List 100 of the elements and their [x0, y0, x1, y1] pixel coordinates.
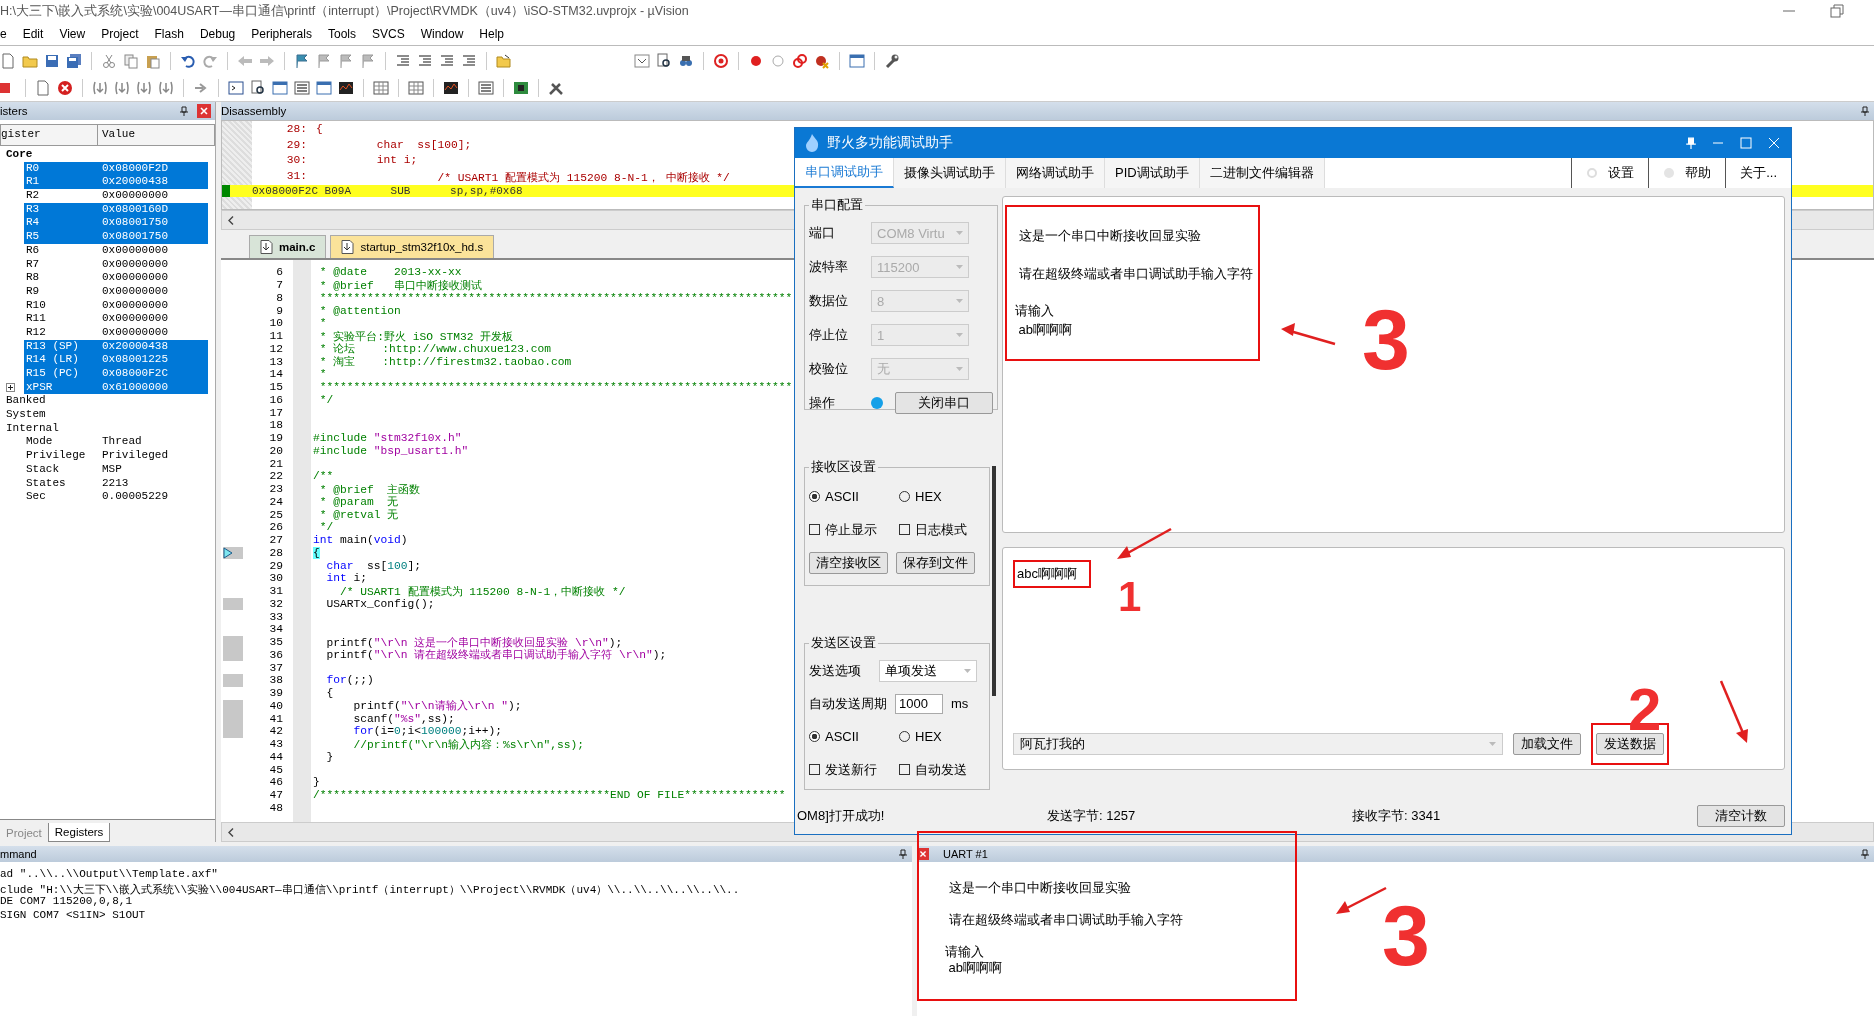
restore-icon[interactable] — [1830, 4, 1844, 18]
chart-icon[interactable] — [443, 80, 459, 96]
document-icon[interactable] — [35, 80, 51, 96]
circuit-board-icon[interactable] — [513, 80, 529, 96]
run-cursor-icon[interactable] — [193, 80, 209, 96]
linked-circles-icon[interactable] — [792, 52, 808, 69]
settings-tab[interactable]: 设置 — [1571, 158, 1649, 188]
menu-item[interactable]: Flash — [146, 26, 192, 41]
flag-icon[interactable] — [294, 52, 310, 69]
register-row[interactable]: States 2213 — [24, 476, 208, 491]
load-file-button[interactable]: 加载文件 — [1513, 733, 1581, 755]
register-row[interactable]: R2 0x00000000 — [24, 189, 208, 203]
close-icon[interactable] — [1767, 136, 1781, 150]
checkbox[interactable] — [809, 764, 820, 775]
save-icon[interactable] — [44, 52, 60, 69]
window-icon[interactable] — [849, 52, 865, 69]
about-tab[interactable]: 关于... — [1725, 158, 1791, 188]
tree-node[interactable]: System — [6, 408, 46, 421]
column-header[interactable]: Value — [98, 125, 139, 145]
register-row[interactable]: R7 0x00000000 — [24, 257, 208, 272]
tool-tab[interactable]: 网络调试助手 — [1006, 158, 1105, 188]
register-row[interactable]: Privilege Privileged — [24, 449, 208, 463]
stop-icon[interactable] — [57, 80, 73, 96]
pin-icon[interactable] — [1860, 849, 1870, 859]
pin-icon[interactable] — [1860, 106, 1870, 116]
checkbox[interactable] — [809, 524, 820, 535]
grid-icon[interactable] — [408, 80, 424, 96]
radio-button[interactable] — [809, 491, 820, 502]
tool-tab[interactable]: 串口调试助手 — [795, 158, 894, 188]
dropdown[interactable]: 单项发送 — [879, 659, 977, 682]
register-row[interactable]: R9 0x00000000 — [24, 284, 208, 299]
step-icon[interactable] — [158, 80, 174, 96]
menu-item[interactable]: Debug — [191, 26, 244, 41]
window-icon[interactable] — [272, 80, 288, 96]
tool-tab[interactable]: 摄像头调试助手 — [894, 158, 1006, 188]
terminal-icon[interactable] — [228, 80, 244, 96]
step-icon[interactable] — [92, 80, 108, 96]
close-port-button[interactable]: 关闭串口 — [895, 392, 993, 414]
menu-item[interactable]: Window — [412, 26, 472, 41]
chart-icon[interactable] — [338, 80, 354, 96]
step-icon[interactable] — [114, 80, 130, 96]
tree-node[interactable]: Banked — [6, 394, 46, 407]
help-tab[interactable]: 帮助 — [1648, 158, 1726, 188]
file-tab[interactable]: startup_stm32f10x_hd.s — [330, 235, 495, 258]
menu-item[interactable]: Project — [93, 26, 147, 41]
radio-button[interactable] — [809, 731, 820, 742]
register-row[interactable]: Mode Thread — [24, 435, 208, 450]
find-icon[interactable] — [656, 52, 672, 69]
register-row[interactable]: R11 0x00000000 — [24, 312, 208, 326]
splitter-handle[interactable] — [992, 466, 996, 696]
open-folder-icon[interactable] — [496, 52, 512, 69]
menu-item[interactable]: Help — [471, 26, 513, 41]
register-row[interactable]: R13 (SP) 0x20000438 — [24, 339, 208, 354]
list-icon[interactable] — [478, 80, 494, 96]
register-row[interactable]: R14 (LR) 0x08001225 — [24, 353, 208, 367]
register-row[interactable]: R1 0x20000438 — [24, 175, 208, 190]
register-row[interactable]: R8 0x00000000 — [24, 271, 208, 285]
grid-icon[interactable] — [373, 80, 389, 96]
menu-item[interactable]: e — [0, 26, 15, 41]
step-icon[interactable] — [136, 80, 152, 96]
menu-item[interactable]: SVCS — [363, 26, 413, 41]
pin-icon[interactable] — [179, 106, 189, 116]
clear-count-button[interactable]: 清空计数 — [1697, 805, 1785, 827]
file-tab[interactable]: main.c — [249, 235, 327, 258]
checkbox[interactable] — [899, 764, 910, 775]
column-header[interactable]: gister — [1, 125, 98, 145]
copy-icon[interactable] — [123, 52, 139, 69]
maximize-icon[interactable] — [1739, 136, 1753, 150]
menu-item[interactable]: Peripherals — [243, 26, 320, 41]
register-row[interactable]: R5 0x08001750 — [24, 230, 208, 244]
scissors-icon[interactable] — [101, 52, 117, 69]
menu-item[interactable]: Edit — [14, 26, 52, 41]
indent-icon[interactable] — [439, 52, 455, 69]
save-all-icon[interactable] — [66, 52, 82, 69]
register-row[interactable]: R15 (PC) 0x08000F2C — [24, 367, 208, 381]
pin-icon[interactable] — [898, 849, 908, 859]
flag-icon[interactable] — [338, 52, 354, 69]
register-row[interactable]: R10 0x00000000 — [24, 298, 208, 313]
tree-node[interactable]: Core — [6, 148, 33, 160]
register-row[interactable]: R4 0x08001750 — [24, 216, 208, 231]
register-row[interactable]: R0 0x08000F2D — [24, 161, 208, 176]
indent-icon[interactable] — [395, 52, 411, 69]
window-icon[interactable] — [316, 80, 332, 96]
tool-tab[interactable]: 二进制文件编辑器 — [1199, 158, 1325, 188]
find-icon[interactable] — [250, 80, 266, 96]
register-row[interactable]: R12 0x00000000 — [24, 325, 208, 340]
indent-icon[interactable] — [461, 52, 477, 69]
expand-icon[interactable] — [6, 383, 15, 393]
history-dropdown[interactable]: 阿瓦打我的 — [1013, 733, 1503, 755]
dropdown-icon[interactable] — [634, 52, 650, 69]
register-row[interactable]: Sec 0.00005229 — [24, 490, 208, 504]
action-button[interactable]: 清空接收区 — [809, 551, 888, 574]
period-field[interactable]: 1000 — [895, 693, 943, 714]
flag-icon[interactable] — [316, 52, 332, 69]
tree-node[interactable]: Internal — [6, 421, 59, 434]
tool-tab[interactable]: PID调试助手 — [1105, 158, 1200, 188]
checkbox[interactable] — [899, 524, 910, 535]
register-row[interactable]: R3 0x0800160D — [24, 202, 208, 217]
close-icon[interactable] — [197, 104, 211, 118]
list-icon[interactable] — [294, 80, 310, 96]
